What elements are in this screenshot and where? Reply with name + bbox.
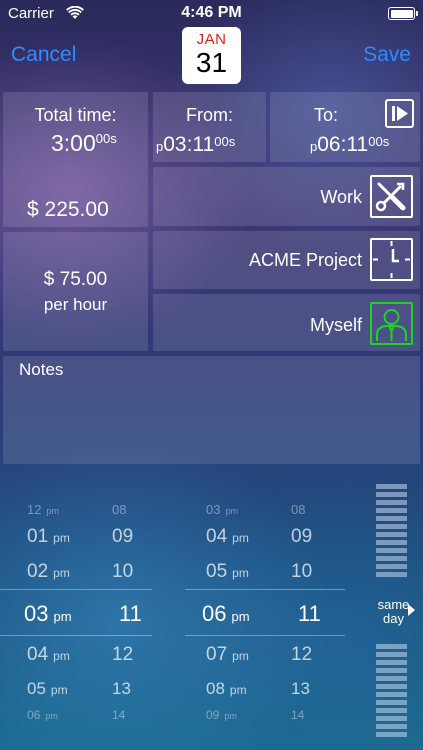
total-time-label: Total time: — [34, 105, 117, 125]
wheel-item: 13 — [291, 679, 310, 698]
total-amount: $ 225.00 — [27, 198, 109, 221]
picker-selection-line-top-left — [0, 589, 152, 590]
picker-selection-line-top-right — [185, 589, 345, 590]
to-time-main: 06:11 — [317, 133, 369, 156]
wheel-item-selected: 06 pm — [202, 601, 250, 626]
wheel-item: 12 — [291, 644, 313, 665]
same-day-toggle[interactable]: same day — [366, 598, 421, 626]
picker-selection-line-bottom-left — [0, 635, 152, 636]
wheel-item: 14 — [112, 708, 126, 722]
wheel-item: 09 — [112, 526, 134, 547]
wheel-item: 06 pm — [27, 708, 58, 722]
same-day-arrow-icon — [408, 604, 415, 616]
wheel-item: 12 pm — [27, 502, 59, 517]
from-time-main: 03:11 — [163, 133, 215, 156]
battery-icon — [388, 7, 418, 20]
project-label: ACME Project — [248, 250, 362, 270]
wheel-item: 05 pm — [27, 679, 68, 698]
next-day-stripes[interactable] — [376, 644, 407, 740]
tools-icon — [370, 175, 413, 218]
play-next-icon[interactable] — [385, 99, 414, 128]
category-row[interactable]: Work — [153, 167, 420, 226]
rate-amount: $ 75.00 — [43, 269, 108, 290]
to-time-panel[interactable]: To: p06:1100s — [270, 92, 420, 162]
wheel-item: 05 pm — [206, 561, 249, 582]
wheel-item-selected: 11 — [119, 601, 142, 626]
from-time-panel[interactable]: From: p03:1100s — [153, 92, 266, 162]
cancel-button[interactable]: Cancel — [11, 43, 76, 67]
clock-icon — [370, 238, 413, 281]
picker-selection-line-bottom-right — [185, 635, 345, 636]
category-label: Work — [320, 187, 362, 207]
to-label: To: — [314, 105, 339, 125]
from-label: From: — [186, 105, 233, 125]
to-time-value: p06:1100s — [310, 133, 389, 157]
date-calendar-button[interactable]: JAN 31 — [182, 27, 241, 84]
wheel-item: 09 pm — [206, 708, 237, 722]
wheel-item-selected: 03 pm — [24, 601, 72, 626]
total-time-seconds: 00s — [95, 131, 117, 146]
wheel-item: 04 pm — [27, 644, 70, 665]
rate-unit: per hour — [43, 295, 108, 314]
wheel-item: 08 — [291, 502, 306, 517]
wheel-item: 14 — [291, 708, 305, 722]
wheel-item: 01 pm — [27, 526, 70, 547]
wheel-item: 03 pm — [206, 502, 238, 517]
total-time-panel: Total time: 3:0000s $ 225.00 — [3, 92, 148, 227]
save-button[interactable]: Save — [363, 43, 411, 67]
total-time-value: 3:0000s — [51, 130, 117, 157]
rate-panel[interactable]: $ 75.00 per hour — [3, 232, 148, 351]
wheel-item: 08 pm — [206, 679, 247, 698]
to-time-seconds: 00s — [368, 134, 390, 149]
calendar-day: 31 — [195, 47, 228, 78]
wheel-item: 02 pm — [27, 561, 70, 582]
person-icon — [370, 302, 413, 345]
status-bar: Carrier 4:46 PM — [0, 0, 423, 26]
total-time-main: 3:00 — [51, 130, 96, 156]
wheel-item: 09 — [291, 526, 313, 547]
wheel-item: 08 — [112, 502, 127, 517]
wheel-item-selected: 11 — [298, 601, 321, 626]
prev-day-stripes[interactable] — [376, 484, 407, 580]
wheel-item: 07 pm — [206, 644, 249, 665]
client-row[interactable]: Myself — [153, 294, 420, 351]
wheel-item: 12 — [112, 644, 134, 665]
status-time: 4:46 PM — [181, 4, 242, 21]
calendar-month: JAN — [196, 31, 227, 48]
wheel-item: 13 — [112, 679, 131, 698]
project-row[interactable]: ACME Project — [153, 231, 420, 289]
notes-field[interactable]: Notes — [3, 356, 420, 464]
from-time-seconds: 00s — [214, 134, 236, 149]
client-label: Myself — [309, 315, 362, 335]
time-picker[interactable]: 12 pm 01 pm 02 pm 03 pm 04 pm 05 pm 06 pm 08 09… — [0, 478, 423, 750]
wheel-item: 10 — [112, 561, 134, 582]
notes-label: Notes — [19, 360, 64, 379]
from-time-value: p03:1100s — [156, 133, 235, 157]
wheel-item: 10 — [291, 561, 313, 582]
wheel-item: 04 pm — [206, 526, 249, 547]
